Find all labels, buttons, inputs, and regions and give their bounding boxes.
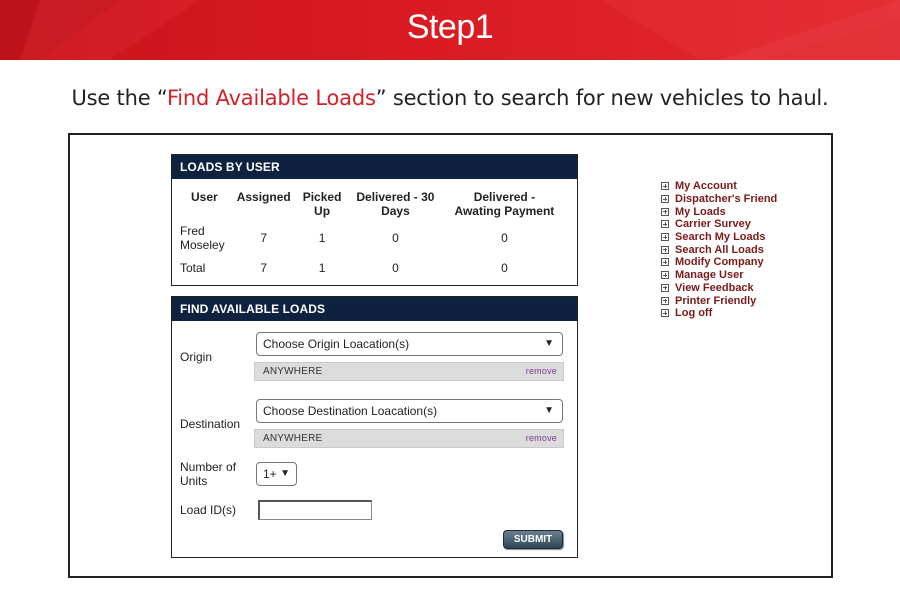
table-cell: Total (180, 261, 206, 275)
table-cell: 1 (318, 261, 326, 275)
table-cell: 7 (260, 261, 268, 275)
destination-select-text: Choose Destination Loacation(s) (263, 404, 438, 418)
header-banner: Step1 (0, 0, 900, 60)
menu-item-modify-company[interactable]: Modify Company (661, 256, 811, 269)
table-row: Total 7 1 0 0 (178, 256, 565, 280)
plus-box-icon (661, 233, 669, 242)
dropdown-arrow-icon: ▼ (544, 405, 554, 416)
destination-select[interactable]: Choose Destination Loacation(s) ▼ (256, 399, 563, 423)
menu-item-my-loads[interactable]: My Loads (661, 205, 811, 218)
load-id-label: Load ID(s) (180, 503, 237, 517)
menu-item-label: View Feedback (675, 281, 754, 294)
plus-box-icon (661, 195, 669, 204)
destination-chip-text: ANYWHERE (263, 433, 323, 444)
menu-item-view-feedback[interactable]: View Feedback (661, 282, 811, 295)
menu-item-label: Printer Friendly (675, 294, 757, 307)
plus-box-icon (661, 309, 669, 318)
plus-box-icon (661, 258, 669, 267)
page-title: Step1 (406, 8, 494, 46)
plus-box-icon (661, 207, 669, 216)
table-cell: 7 (260, 231, 268, 245)
menu-item-label: Manage User (675, 269, 744, 282)
menu-item-search-my-loads[interactable]: Search My Loads (661, 231, 811, 244)
table-cell: 1 (318, 231, 326, 245)
column-header: Delivered - 30 Days (356, 190, 435, 218)
menu-item-manage-user[interactable]: Manage User (661, 269, 811, 282)
menu-item-label: Search My Loads (675, 231, 766, 244)
menu-item-my-account[interactable]: My Account (661, 180, 811, 193)
destination-remove-link[interactable]: remove (526, 430, 557, 447)
table-cell: 0 (392, 231, 399, 245)
menu-item-label: Carrier Survey (675, 218, 751, 231)
table-row: Fred Moseley 7 1 0 0 (178, 220, 565, 256)
instruction-highlight: Find Available Loads (166, 86, 376, 110)
menu-item-dispatchers-friend[interactable]: Dispatcher's Friend (661, 193, 811, 206)
table-header-row: User Assigned Picked Up Delivered - 30 D… (178, 187, 565, 220)
menu-item-label: Modify Company (675, 256, 764, 269)
units-label: Number of Units (180, 460, 237, 488)
loads-by-user-panel: LOADS BY USER User Assigned Picked Up De… (171, 154, 578, 286)
origin-chip-text: ANYWHERE (263, 366, 323, 377)
origin-select[interactable]: Choose Origin Loacation(s) ▼ (256, 332, 563, 356)
plus-box-icon (661, 245, 669, 254)
destination-chip: ANYWHERE remove (254, 429, 564, 448)
table-cell: 0 (501, 261, 508, 275)
column-header: Assigned (236, 190, 291, 204)
origin-select-text: Choose Origin Loacation(s) (263, 337, 410, 351)
plus-box-icon (661, 220, 669, 229)
load-id-input[interactable] (258, 500, 372, 520)
menu-item-log-off[interactable]: Log off (661, 307, 811, 320)
dropdown-arrow-icon: ▼ (544, 338, 554, 349)
units-select[interactable]: 1+ ▼ (256, 462, 297, 486)
plus-box-icon (661, 182, 669, 191)
loads-table: User Assigned Picked Up Delivered - 30 D… (178, 187, 565, 280)
instruction-suffix: ” section to search for new vehicles to … (375, 86, 829, 110)
table-cell: 0 (392, 261, 399, 275)
menu-item-search-all-loads[interactable]: Search All Loads (661, 243, 811, 256)
menu-item-label: Search All Loads (675, 243, 764, 256)
column-header: Delivered - Awating Payment (454, 190, 555, 218)
side-menu: My Account Dispatcher's Friend My Loads … (661, 180, 811, 320)
menu-item-label: Log off (675, 307, 713, 320)
instruction-prefix: Use the “ (71, 86, 167, 110)
submit-button[interactable]: SUBMIT (503, 530, 563, 549)
menu-item-label: Dispatcher's Friend (675, 193, 778, 206)
origin-chip: ANYWHERE remove (254, 362, 564, 381)
menu-item-label: My Loads (675, 205, 726, 218)
menu-item-label: My Account (675, 180, 737, 193)
origin-label: Origin (180, 350, 213, 364)
find-loads-heading: FIND AVAILABLE LOADS (172, 297, 577, 321)
plus-box-icon (661, 283, 669, 292)
table-cell: 0 (501, 231, 508, 245)
column-header: Picked Up (302, 190, 342, 218)
menu-item-carrier-survey[interactable]: Carrier Survey (661, 218, 811, 231)
instruction-text: Use the “Find Available Loads” section t… (0, 86, 900, 110)
plus-box-icon (661, 296, 669, 305)
dropdown-arrow-icon: ▼ (280, 468, 290, 479)
table-cell: Fred Moseley (180, 224, 225, 252)
destination-label: Destination (180, 417, 241, 431)
screenshot-frame: LOADS BY USER User Assigned Picked Up De… (68, 133, 833, 578)
find-available-loads-panel: FIND AVAILABLE LOADS Origin Choose Origi… (171, 296, 578, 558)
plus-box-icon (661, 271, 669, 280)
menu-item-printer-friendly[interactable]: Printer Friendly (661, 294, 811, 307)
column-header: User (191, 190, 218, 204)
units-select-text: 1+ (263, 467, 277, 481)
loads-by-user-heading: LOADS BY USER (172, 155, 577, 179)
origin-remove-link[interactable]: remove (526, 363, 557, 380)
